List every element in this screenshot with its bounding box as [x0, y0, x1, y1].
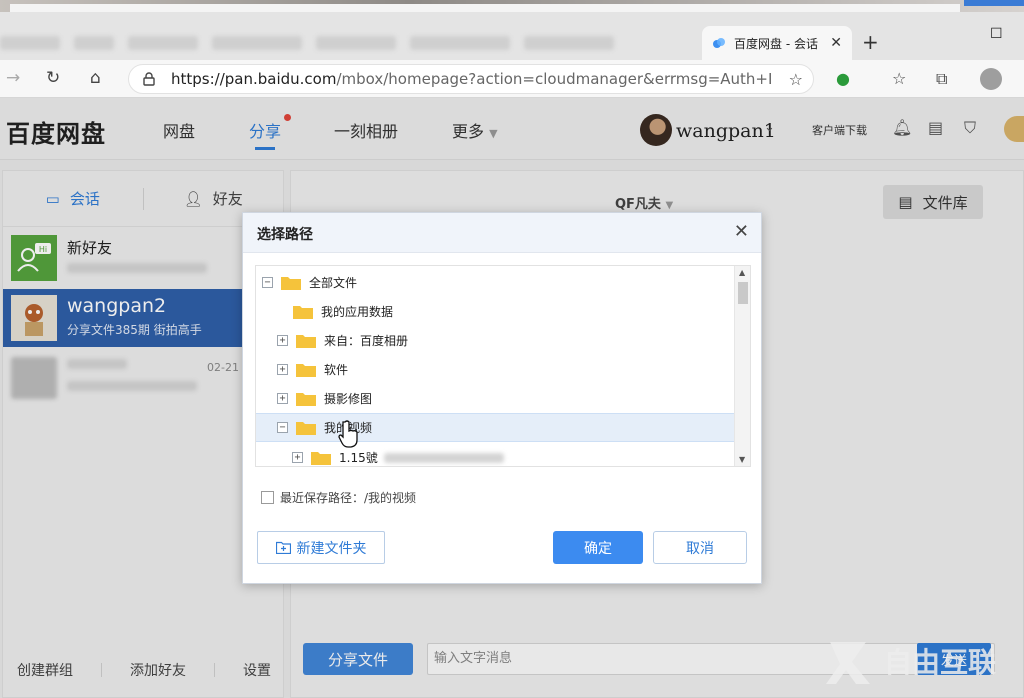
folder-icon — [296, 393, 316, 406]
recent-path-label: 最近保存路径：/我的视频 — [280, 491, 417, 505]
tree-row-software[interactable]: + 软件 — [256, 355, 734, 384]
tree-row-label: 软件 — [324, 363, 349, 377]
favorite-star-icon[interactable]: ☆ — [789, 70, 803, 89]
hand-cursor-icon — [338, 420, 358, 448]
recent-path-checkbox[interactable] — [261, 491, 274, 504]
tree-row-all-files[interactable]: − 全部文件 — [256, 268, 734, 297]
url-path: /mbox/homepage?action=cloudmanager&errms… — [336, 70, 771, 88]
new-tab-icon[interactable]: + — [862, 30, 879, 54]
close-tab-icon[interactable]: ✕ — [830, 35, 842, 51]
collapse-toggle-icon[interactable]: − — [277, 422, 288, 433]
lock-icon — [143, 72, 155, 86]
tree-row-app-data[interactable]: 我的应用数据 — [256, 297, 734, 326]
expand-toggle-icon[interactable]: + — [277, 393, 288, 404]
add-folder-icon — [275, 541, 291, 554]
tree-row-label: 来自：百度相册 — [324, 334, 409, 348]
new-folder-button[interactable]: 新建文件夹 — [257, 531, 385, 564]
folder-tree: − 全部文件 我的应用数据 + 来自：百度相册 + 软件 + 摄影修图 − 我的… — [255, 265, 751, 467]
tree-row-label: 全部文件 — [309, 276, 358, 290]
favorites-icon[interactable]: ☆ — [892, 69, 906, 88]
tree-row-from-album[interactable]: + 来自：百度相册 — [256, 326, 734, 355]
collections-icon[interactable]: ⧉ — [936, 69, 947, 89]
tree-row-label: 摄影修图 — [324, 392, 373, 406]
folder-icon — [281, 277, 301, 290]
active-tab[interactable]: 百度网盘 - 会话 ✕ — [702, 26, 852, 60]
folder-icon — [293, 306, 313, 319]
tree-row-photo-editing[interactable]: + 摄影修图 — [256, 384, 734, 413]
forward-icon[interactable]: → — [6, 68, 20, 88]
dialog-title: 选择路径 — [257, 227, 313, 243]
dialog-header: 选择路径 ✕ — [243, 213, 761, 253]
expand-toggle-icon[interactable]: + — [277, 335, 288, 346]
expand-toggle-icon[interactable]: + — [292, 452, 303, 463]
tree-row-subfolder[interactable]: + 1.15號 — [256, 443, 734, 466]
folder-icon — [296, 335, 316, 348]
scroll-up-icon[interactable]: ▲ — [739, 268, 745, 277]
confirm-button[interactable]: 确定 — [553, 531, 643, 564]
cancel-button[interactable]: 取消 — [653, 531, 747, 564]
blurred-tabs[interactable] — [0, 30, 700, 56]
baidu-pan-favicon — [713, 38, 725, 48]
desktop-strip — [0, 0, 1024, 12]
folder-icon — [296, 422, 316, 435]
maximize-icon[interactable]: ☐ — [990, 26, 1003, 42]
folder-icon — [296, 364, 316, 377]
folder-icon — [311, 452, 331, 465]
scroll-thumb[interactable] — [738, 282, 748, 304]
browser-tab-strip: 百度网盘 - 会话 ✕ + ☐ — [0, 12, 1024, 60]
expand-toggle-icon[interactable]: + — [277, 364, 288, 375]
tree-row-my-videos[interactable]: − 我的视频 — [256, 413, 734, 442]
reload-icon[interactable]: ↻ — [46, 68, 60, 88]
address-bar[interactable]: https://pan.baidu.com/mbox/homepage?acti… — [128, 64, 814, 94]
select-path-dialog: 选择路径 ✕ − 全部文件 我的应用数据 + 来自：百度相册 + 软件 + 摄影… — [242, 212, 762, 584]
tree-row-label: 1.15號 — [339, 451, 378, 465]
browser-profile-avatar[interactable] — [980, 68, 1002, 90]
recent-path-option[interactable]: 最近保存路径：/我的视频 — [261, 489, 416, 506]
extension-icon[interactable]: ● — [836, 69, 850, 88]
background-accent — [964, 0, 1024, 6]
url-host: https://pan.baidu.com — [171, 70, 337, 88]
close-icon[interactable]: ✕ — [734, 221, 749, 242]
url-text: https://pan.baidu.com/mbox/homepage?acti… — [171, 70, 771, 88]
browser-toolbar: → ↻ ⌂ https://pan.baidu.com/mbox/homepag… — [0, 60, 1024, 98]
tree-scrollbar[interactable]: ▲ ▼ — [734, 266, 750, 466]
blurred-folder-name — [383, 452, 504, 463]
tree-row-label: 我的应用数据 — [321, 305, 394, 319]
home-icon[interactable]: ⌂ — [90, 68, 101, 88]
tab-title: 百度网盘 - 会话 — [734, 36, 818, 51]
collapse-toggle-icon[interactable]: − — [262, 277, 273, 288]
background-window — [10, 4, 960, 12]
new-folder-label: 新建文件夹 — [296, 540, 367, 557]
scroll-down-icon[interactable]: ▼ — [739, 455, 745, 464]
